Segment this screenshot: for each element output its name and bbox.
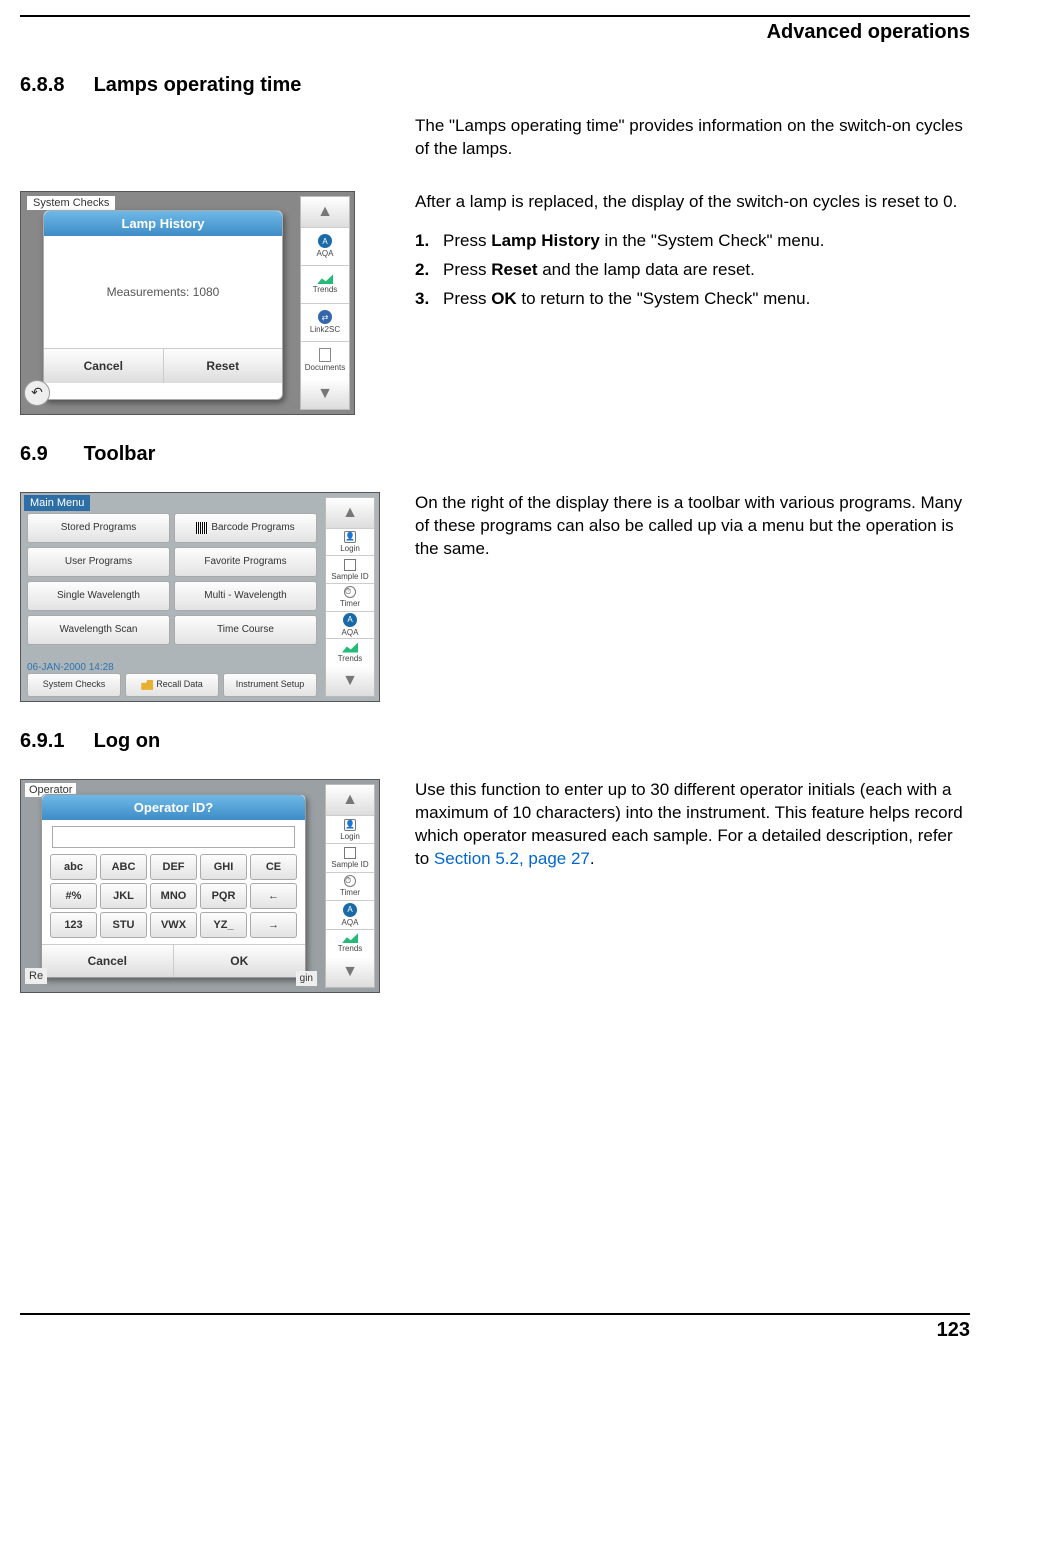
heading-691-num: 6.9.1 (20, 730, 88, 753)
btn-user-programs[interactable]: User Programs (27, 547, 170, 577)
ss1-popup: Lamp History Measurements: 1080 Cancel R… (43, 210, 283, 400)
ss1-sidebar: ▲ AAQA Trends ⇄Link2SC Documents ▼ (300, 196, 350, 410)
ss2-title: Main Menu (24, 495, 90, 511)
side-login[interactable]: 👤Login (326, 815, 374, 843)
side-link2sc[interactable]: ⇄Link2SC (301, 303, 349, 341)
key-VWX[interactable]: VWX (150, 912, 197, 938)
back-icon[interactable]: ↶ (24, 380, 50, 406)
intro-688: The "Lamps operating time" provides info… (415, 115, 970, 161)
screenshot-operator-id: Operator Operator ID? abc ABC DEF GHI CE… (20, 779, 380, 993)
folder-icon (141, 680, 153, 690)
key-DEF[interactable]: DEF (150, 854, 197, 880)
page-number: 123 (20, 1319, 970, 1342)
side-timer[interactable]: ⏱Timer (326, 872, 374, 900)
side-sample-id[interactable]: Sample ID (326, 843, 374, 871)
ss3-ok-button[interactable]: OK (174, 945, 306, 977)
para-691: Use this function to enter up to 30 diff… (415, 779, 970, 871)
btn-wavelength-scan[interactable]: Wavelength Scan (27, 615, 170, 645)
key-PQR[interactable]: PQR (200, 883, 247, 909)
key-right[interactable]: → (250, 912, 297, 938)
ss3-popup-title: Operator ID? (42, 795, 305, 820)
key-JKL[interactable]: JKL (100, 883, 147, 909)
side-sample-id[interactable]: Sample ID (326, 555, 374, 583)
key-abc[interactable]: abc (50, 854, 97, 880)
ss3-re-fragment: Re (25, 968, 47, 984)
side-trends[interactable]: Trends (326, 929, 374, 957)
operator-id-input[interactable] (52, 826, 295, 848)
ss3-popup: Operator ID? abc ABC DEF GHI CE #% JKL M… (41, 794, 306, 978)
key-CE[interactable]: CE (250, 854, 297, 880)
heading-688: 6.8.8 Lamps operating time (20, 74, 970, 97)
heading-69-title: Toolbar (84, 443, 156, 465)
ss3-keyboard: abc ABC DEF GHI CE #% JKL MNO PQR ← 123 … (42, 854, 305, 944)
side-timer[interactable]: ⏱Timer (326, 583, 374, 611)
btn-stored-programs[interactable]: Stored Programs (27, 513, 170, 543)
ss2-date: 06-JAN-2000 14:28 (27, 662, 114, 673)
key-left[interactable]: ← (250, 883, 297, 909)
btn-single-wavelength[interactable]: Single Wavelength (27, 581, 170, 611)
btn-barcode-programs[interactable]: Barcode Programs (174, 513, 317, 543)
para-69: On the right of the display there is a t… (415, 492, 970, 561)
side-aqa[interactable]: AAQA (326, 611, 374, 639)
scroll-down-icon[interactable]: ▼ (326, 666, 374, 696)
scroll-down-icon[interactable]: ▼ (326, 957, 374, 987)
key-sym[interactable]: #% (50, 883, 97, 909)
step-3: 3. Press OK to return to the "System Che… (415, 288, 970, 311)
link-section-5-2[interactable]: Section 5.2, page 27 (434, 849, 590, 868)
btn-instrument-setup[interactable]: Instrument Setup (223, 673, 317, 697)
btn-recall-data[interactable]: Recall Data (125, 673, 219, 697)
btn-time-course[interactable]: Time Course (174, 615, 317, 645)
ss2-sidebar: ▲ 👤Login Sample ID ⏱Timer AAQA Trends ▼ (325, 497, 375, 697)
screenshot-main-menu: Main Menu Stored Programs Barcode Progra… (20, 492, 380, 702)
key-STU[interactable]: STU (100, 912, 147, 938)
scroll-down-icon[interactable]: ▼ (301, 379, 349, 409)
ss2-grid: Stored Programs Barcode Programs User Pr… (27, 513, 317, 645)
scroll-up-icon[interactable]: ▲ (326, 498, 374, 528)
side-documents[interactable]: Documents (301, 341, 349, 379)
heading-688-title: Lamps operating time (94, 74, 302, 96)
btn-multi-wavelength[interactable]: Multi - Wavelength (174, 581, 317, 611)
heading-69-num: 6.9 (20, 443, 78, 466)
side-aqa[interactable]: AAQA (326, 900, 374, 928)
side-login[interactable]: 👤Login (326, 528, 374, 556)
chapter-title: Advanced operations (20, 21, 970, 44)
step-1: 1. Press Lamp History in the "System Che… (415, 230, 970, 253)
key-123[interactable]: 123 (50, 912, 97, 938)
ss1-bg-title: System Checks (27, 196, 115, 210)
ss1-popup-body: Measurements: 1080 (44, 236, 282, 348)
key-ABC[interactable]: ABC (100, 854, 147, 880)
heading-691-title: Log on (94, 730, 161, 752)
ss1-cancel-button[interactable]: Cancel (44, 349, 164, 383)
key-GHI[interactable]: GHI (200, 854, 247, 880)
key-MNO[interactable]: MNO (150, 883, 197, 909)
side-aqa[interactable]: AAQA (301, 227, 349, 265)
ss1-popup-title: Lamp History (44, 211, 282, 236)
key-YZ[interactable]: YZ_ (200, 912, 247, 938)
heading-691: 6.9.1 Log on (20, 730, 970, 753)
barcode-icon (196, 522, 208, 534)
side-trends[interactable]: Trends (301, 265, 349, 303)
scroll-up-icon[interactable]: ▲ (301, 197, 349, 227)
btn-system-checks[interactable]: System Checks (27, 673, 121, 697)
bottom-rule (20, 1313, 970, 1315)
screenshot-lamp-history: System Checks Lamp History Measurements:… (20, 191, 355, 415)
para-688-1: After a lamp is replaced, the display of… (415, 191, 970, 214)
ss3-cancel-button[interactable]: Cancel (42, 945, 174, 977)
ss3-sidebar: ▲ 👤Login Sample ID ⏱Timer AAQA Trends ▼ (325, 784, 375, 988)
scroll-up-icon[interactable]: ▲ (326, 785, 374, 815)
step-2: 2. Press Reset and the lamp data are res… (415, 259, 970, 282)
heading-69: 6.9 Toolbar (20, 443, 970, 466)
top-rule (20, 15, 970, 17)
side-trends[interactable]: Trends (326, 638, 374, 666)
btn-favorite-programs[interactable]: Favorite Programs (174, 547, 317, 577)
heading-688-num: 6.8.8 (20, 74, 88, 97)
ss3-login-fragment: gin (296, 971, 317, 986)
ss1-reset-button[interactable]: Reset (164, 349, 283, 383)
